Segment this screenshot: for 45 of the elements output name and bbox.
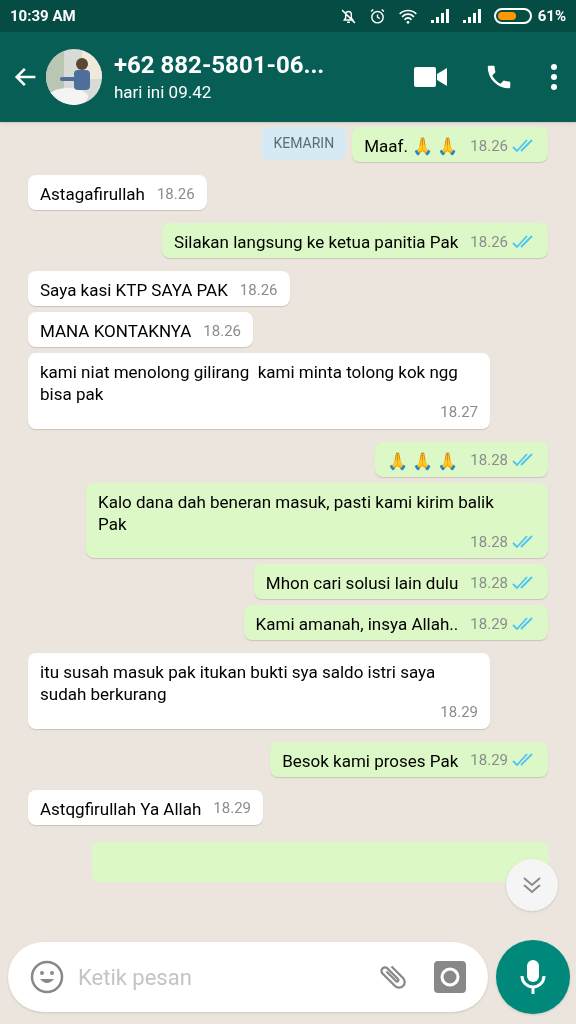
date-chip: KEMARIN <box>261 127 347 160</box>
battery-icon <box>493 8 532 24</box>
message-time: 18.26 <box>470 135 508 157</box>
message-text: Astqgfirullah Ya Allah <box>40 797 202 820</box>
smiley-icon[interactable] <box>30 960 64 994</box>
signal-icon <box>429 9 450 23</box>
message-field[interactable]: Ketik pesan <box>78 960 376 994</box>
camera-icon[interactable] <box>434 961 466 993</box>
message-text: itu susah masuk pak itukan bukti sya saldo istri saya sudah berkurang <box>40 661 437 705</box>
last-seen: hari ini 09.42 <box>114 81 213 104</box>
message-time: 18.29 <box>470 613 508 635</box>
message-time: 18.28 <box>470 450 508 471</box>
microphone-icon <box>519 959 547 995</box>
message-text: MANA KONTAKNYA <box>40 320 192 342</box>
message-time: 18.26 <box>239 279 278 301</box>
message-time: 18.26 <box>203 320 241 342</box>
status-time: 10:39 AM <box>10 5 76 27</box>
message-text: 🙏 🙏 🙏 <box>386 449 459 472</box>
message-text: kami niat menolong gilirang kami minta tolong kok ngg bisa pak <box>40 361 459 405</box>
message-text: Kami amanah, insya Allah.. <box>255 613 459 635</box>
alarm-icon <box>368 7 386 25</box>
muted-bell-icon <box>339 7 357 25</box>
scroll-down-button[interactable] <box>506 859 558 911</box>
message-text: Mhon cari solusi lain dulu <box>265 572 459 594</box>
message-time: 18.29 <box>440 702 478 723</box>
message-text: Silakan langsung ke ketua panitia Pak <box>174 231 459 253</box>
message-text: Besok kami proses Pak <box>282 749 459 772</box>
message-time: 18.29 <box>470 750 508 771</box>
more-options-icon[interactable] <box>550 63 558 91</box>
message-time: 18.26 <box>156 183 195 205</box>
message-text: Maaf. 🙏 🙏 <box>364 135 459 157</box>
double-chevron-down-icon <box>521 875 543 895</box>
message-text: Saya kasi KTP SAYA PAK <box>40 279 228 301</box>
signal-icon <box>461 9 482 23</box>
message-text: Astagafirullah <box>40 183 145 205</box>
contact-name[interactable]: +62 882-5801-06... <box>114 50 325 80</box>
battery-percent: 61% <box>537 5 566 27</box>
message-time: 18.28 <box>470 572 508 594</box>
message-input[interactable]: Ketik pesan <box>8 942 488 1012</box>
message-time: 18.26 <box>470 231 508 253</box>
message-time: 18.27 <box>440 402 478 423</box>
wifi-icon <box>397 8 418 24</box>
video-camera-icon[interactable] <box>414 66 448 88</box>
microphone-button[interactable] <box>496 940 570 1014</box>
message-time: 18.29 <box>213 798 251 819</box>
